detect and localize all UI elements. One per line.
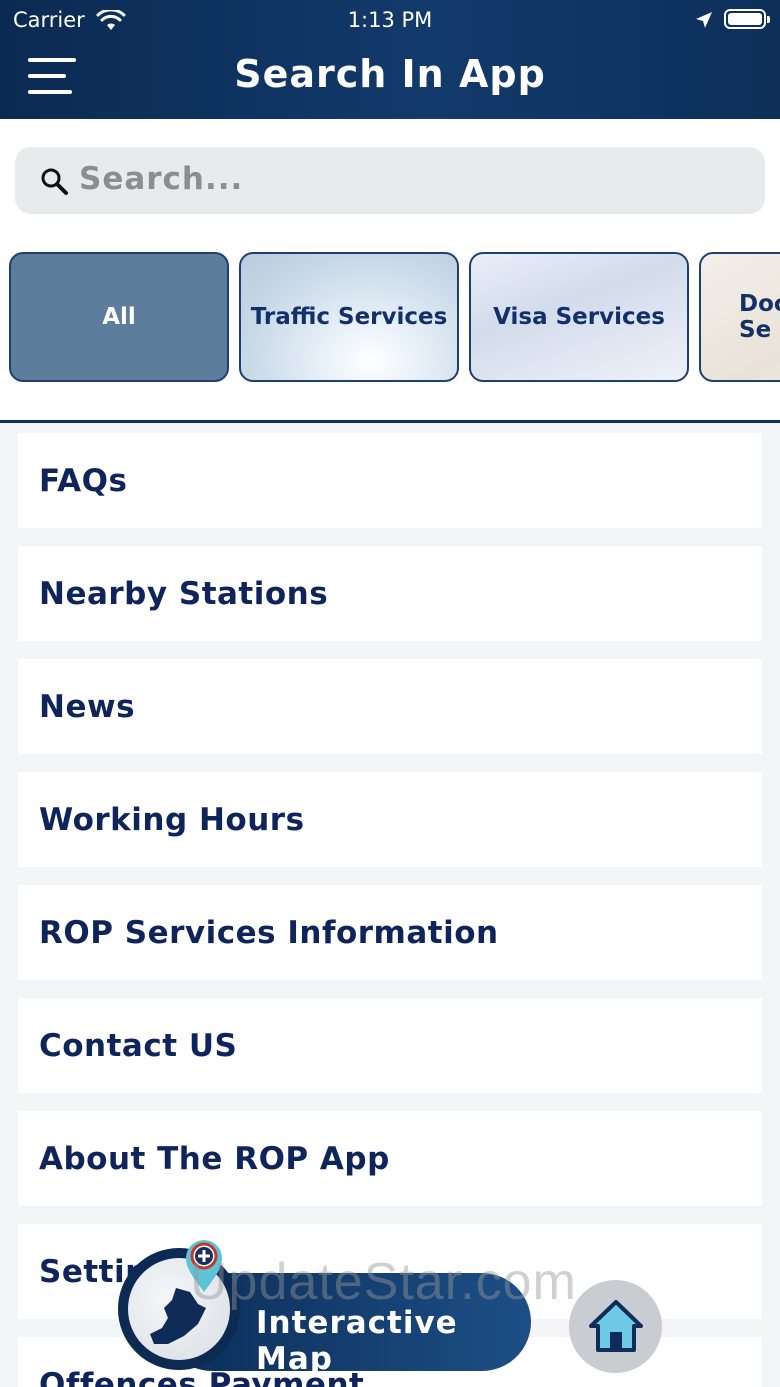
category-document-services[interactable]: DocSe bbox=[699, 252, 780, 382]
category-label: All bbox=[102, 304, 136, 330]
category-traffic-services[interactable]: Traffic Services bbox=[239, 252, 459, 382]
section-divider bbox=[0, 420, 780, 423]
home-button[interactable] bbox=[569, 1280, 662, 1373]
list-item[interactable]: Working Hours bbox=[18, 772, 762, 867]
category-label: DocSe bbox=[739, 291, 780, 343]
search-results-list: FAQs Nearby Stations News Working Hours … bbox=[18, 433, 762, 1387]
list-item[interactable]: News bbox=[18, 659, 762, 754]
home-icon bbox=[589, 1300, 643, 1352]
list-item[interactable]: ROP Services Information bbox=[18, 885, 762, 980]
map-button-label: Interactive Map bbox=[256, 1305, 458, 1377]
list-item[interactable]: About The ROP App bbox=[18, 1111, 762, 1206]
category-visa-services[interactable]: Visa Services bbox=[469, 252, 689, 382]
category-all[interactable]: All bbox=[9, 252, 229, 382]
watermark: UpdateStar.com bbox=[190, 1253, 577, 1311]
category-filter-bar: All Traffic Services Visa Services DocSe bbox=[0, 252, 780, 384]
app-header: Carrier 1:13 PM Search In App bbox=[0, 0, 780, 119]
search-icon bbox=[40, 167, 70, 197]
page-title: Search In App bbox=[234, 52, 546, 96]
list-item[interactable]: Contact US bbox=[18, 998, 762, 1093]
search-input[interactable]: Search... bbox=[15, 147, 765, 214]
list-item[interactable]: FAQs bbox=[18, 433, 762, 528]
list-item[interactable]: Nearby Stations bbox=[18, 546, 762, 641]
clock: 1:13 PM bbox=[347, 8, 433, 32]
status-bar: Carrier 1:13 PM bbox=[0, 6, 780, 36]
category-label: Traffic Services bbox=[250, 304, 448, 330]
search-placeholder: Search... bbox=[79, 161, 244, 197]
location-arrow-icon bbox=[694, 10, 714, 35]
category-label: Visa Services bbox=[493, 304, 665, 330]
battery-icon bbox=[724, 9, 770, 29]
